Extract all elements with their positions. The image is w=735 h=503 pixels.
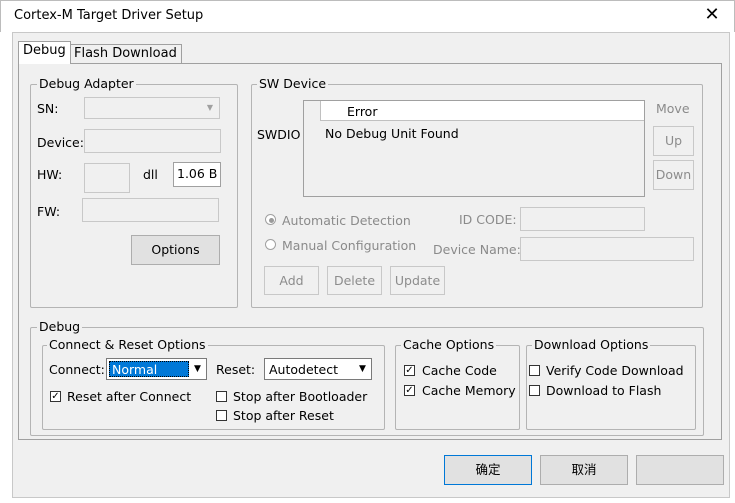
hw-field bbox=[84, 163, 130, 193]
stop-after-bootloader-checkbox[interactable] bbox=[216, 391, 227, 402]
connect-label: Connect: bbox=[49, 362, 105, 377]
device-label: Device: bbox=[37, 135, 84, 150]
automatic-detection-label: Automatic Detection bbox=[282, 213, 411, 228]
cache-code-label: Cache Code bbox=[422, 363, 497, 378]
verify-code-download-label: Verify Code Download bbox=[546, 363, 684, 378]
sn-dropdown[interactable]: ▼ bbox=[84, 97, 220, 119]
verify-code-download-checkbox[interactable] bbox=[529, 365, 540, 376]
chevron-down-icon: ▼ bbox=[206, 103, 214, 112]
cache-code-checkbox[interactable]: ✓ bbox=[404, 365, 415, 376]
options-button[interactable]: Options bbox=[131, 235, 220, 265]
close-icon[interactable]: ✕ bbox=[700, 3, 724, 27]
cache-options-title: Cache Options bbox=[401, 337, 497, 352]
connect-selection-highlight: Normal bbox=[109, 361, 189, 377]
connect-value: Normal bbox=[112, 362, 158, 377]
table-row: No Debug Unit Found bbox=[325, 126, 459, 141]
move-label: Move bbox=[656, 101, 690, 116]
error-column-header: Error bbox=[347, 104, 378, 119]
stop-after-reset-checkbox[interactable] bbox=[216, 410, 227, 421]
swdio-label: SWDIO bbox=[257, 127, 301, 142]
reset-after-connect-label: Reset after Connect bbox=[67, 389, 192, 404]
manual-configuration-radio[interactable] bbox=[265, 239, 276, 250]
update-button[interactable]: Update bbox=[390, 266, 445, 295]
stop-after-bootloader-label: Stop after Bootloader bbox=[233, 389, 368, 404]
tab-debug[interactable]: Debug bbox=[18, 41, 71, 64]
connect-select[interactable]: Normal ▼ bbox=[106, 358, 207, 380]
cache-memory-label: Cache Memory bbox=[422, 383, 516, 398]
debug-group-title: Debug bbox=[37, 319, 83, 334]
fw-field bbox=[82, 198, 219, 222]
download-to-flash-label: Download to Flash bbox=[546, 383, 662, 398]
fw-label: FW: bbox=[37, 204, 61, 219]
hw-label: HW: bbox=[37, 167, 63, 182]
download-to-flash-checkbox[interactable] bbox=[529, 385, 540, 396]
up-button[interactable]: Up bbox=[653, 126, 694, 156]
dll-field: 1.06 B bbox=[173, 162, 221, 187]
reset-after-connect-checkbox[interactable]: ✓ bbox=[50, 391, 61, 402]
dll-label: dll bbox=[143, 167, 158, 182]
reset-label: Reset: bbox=[216, 362, 256, 377]
dll-value: 1.06 B bbox=[177, 166, 218, 181]
manual-configuration-label: Manual Configuration bbox=[282, 238, 417, 253]
table-header: Error bbox=[320, 101, 644, 121]
window-title: Cortex-M Target Driver Setup bbox=[14, 8, 204, 23]
tab-flash-download[interactable]: Flash Download bbox=[69, 44, 182, 63]
reset-value: Autodetect bbox=[269, 362, 339, 377]
delete-button[interactable]: Delete bbox=[327, 266, 382, 295]
ok-button[interactable]: 确定 bbox=[444, 455, 532, 485]
down-button[interactable]: Down bbox=[653, 160, 694, 190]
chevron-down-icon[interactable]: ▼ bbox=[355, 360, 370, 378]
download-options-title: Download Options bbox=[532, 337, 651, 352]
reset-select[interactable]: Autodetect ▼ bbox=[264, 358, 372, 380]
device-field bbox=[84, 129, 221, 153]
device-table[interactable]: Error No Debug Unit Found bbox=[303, 100, 645, 197]
automatic-detection-radio[interactable] bbox=[265, 214, 276, 225]
id-code-field bbox=[520, 207, 645, 231]
device-name-label: Device Name: bbox=[433, 242, 521, 257]
add-button[interactable]: Add bbox=[264, 266, 319, 295]
cancel-button[interactable]: 取消 bbox=[540, 455, 628, 485]
id-code-label: ID CODE: bbox=[459, 212, 517, 227]
sw-device-title: SW Device bbox=[257, 76, 329, 91]
debug-adapter-title: Debug Adapter bbox=[37, 76, 136, 91]
connect-reset-title: Connect & Reset Options bbox=[47, 337, 208, 352]
device-name-field bbox=[520, 237, 694, 261]
cache-memory-checkbox[interactable]: ✓ bbox=[404, 385, 415, 396]
chevron-down-icon[interactable]: ▼ bbox=[190, 360, 205, 378]
sn-label: SN: bbox=[37, 101, 59, 116]
stop-after-reset-label: Stop after Reset bbox=[233, 408, 334, 423]
background-strip bbox=[0, 32, 12, 498]
help-button[interactable] bbox=[636, 455, 724, 485]
